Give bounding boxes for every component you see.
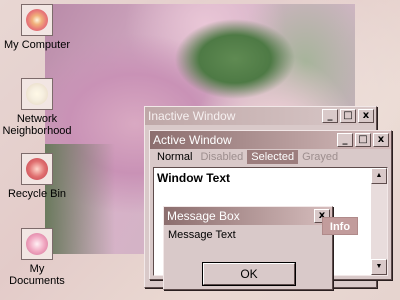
desktop-icon-label: Recycle Bin bbox=[7, 188, 67, 200]
menu-item-selected[interactable]: Selected bbox=[247, 150, 299, 164]
desktop-icon-my-computer[interactable]: My Computer bbox=[2, 4, 72, 51]
message-text: Message Text bbox=[168, 229, 236, 241]
maximize-button[interactable]: □ bbox=[355, 133, 371, 147]
minimize-button[interactable]: _ bbox=[337, 133, 353, 147]
desktop-icon-network-neighborhood[interactable]: Network Neighborhood bbox=[2, 78, 72, 137]
menu-item-disabled: Disabled bbox=[200, 151, 244, 163]
active-window-titlebar[interactable]: Active Window _ □ x bbox=[150, 131, 391, 149]
maximize-button[interactable]: □ bbox=[340, 109, 356, 123]
message-box-titlebar[interactable]: Message Box x bbox=[164, 207, 332, 225]
ok-button[interactable]: OK bbox=[202, 262, 296, 286]
scroll-up-button[interactable]: ▲ bbox=[371, 168, 387, 184]
desktop-icon-label: My Computer bbox=[3, 39, 71, 51]
computer-icon bbox=[21, 4, 53, 36]
desktop-icon-my-documents[interactable]: My Documents bbox=[2, 228, 72, 287]
desktop-icon-label: My Documents bbox=[9, 263, 65, 287]
message-box[interactable]: Message Box x Message Text OK bbox=[163, 206, 333, 290]
message-box-title: Message Box bbox=[167, 209, 240, 223]
documents-icon bbox=[21, 228, 53, 260]
menu-item-normal[interactable]: Normal bbox=[153, 150, 196, 164]
scroll-down-button[interactable]: ▼ bbox=[371, 259, 387, 275]
window-text: Window Text bbox=[157, 171, 230, 185]
desktop-icon-label: Neighborhood bbox=[2, 125, 72, 137]
recycle-bin-icon bbox=[21, 153, 53, 185]
vertical-scrollbar[interactable]: ▲ ▼ bbox=[371, 168, 387, 275]
menu-bar: Normal Disabled Selected Grayed bbox=[150, 149, 391, 165]
desktop-icon-recycle-bin[interactable]: Recycle Bin bbox=[2, 153, 72, 200]
desktop-icon-label: Network bbox=[16, 113, 58, 125]
close-button[interactable]: x bbox=[358, 109, 374, 123]
inactive-window-titlebar[interactable]: Inactive Window _ □ x bbox=[145, 107, 376, 125]
window-title: Inactive Window bbox=[148, 109, 236, 123]
minimize-button[interactable]: _ bbox=[322, 109, 338, 123]
close-button[interactable]: x bbox=[373, 133, 389, 147]
window-title: Active Window bbox=[153, 133, 232, 147]
info-tooltip: Info bbox=[322, 217, 358, 235]
network-icon bbox=[21, 78, 53, 110]
menu-item-grayed: Grayed bbox=[302, 151, 339, 163]
